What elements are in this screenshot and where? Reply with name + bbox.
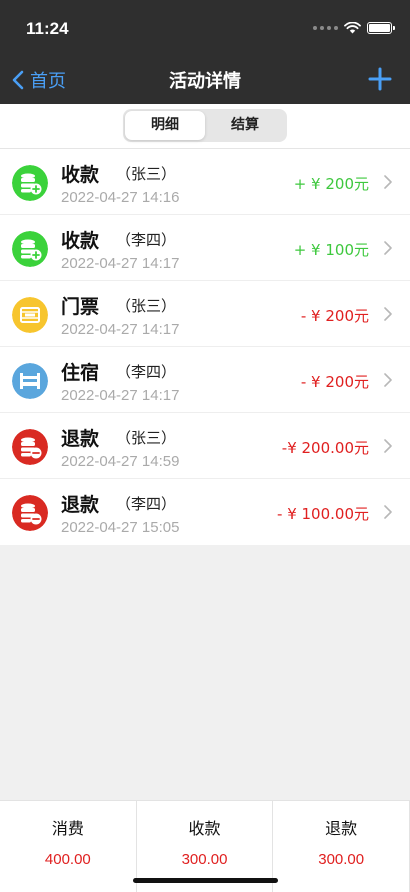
record-amount: + ¥ 200元 — [293, 175, 369, 193]
summary-label: 退款 — [325, 819, 358, 838]
record-title: 收款 — [61, 230, 100, 252]
record-date: 2022-04-27 15:05 — [61, 519, 180, 536]
list-item[interactable]: 收款 （李四） 2022-04-27 14:17 + ¥ 100元 — [0, 215, 410, 281]
summary-value: 400.00 — [44, 851, 91, 868]
record-person: （李四） — [116, 495, 177, 513]
money-in-icon — [12, 231, 48, 267]
tab-settlement[interactable]: 结算 — [205, 111, 285, 140]
record-amount: -¥ 200.00元 — [281, 439, 369, 457]
summary-label: 消费 — [51, 819, 84, 838]
list-item[interactable]: 门票 （张三） 2022-04-27 14:17 - ¥ 200元 — [0, 281, 410, 347]
record-title: 收款 — [61, 164, 100, 186]
record-date: 2022-04-27 14:17 — [61, 321, 180, 338]
page-title: 活动详情 — [169, 71, 241, 92]
chevron-right-icon — [384, 439, 392, 453]
list-item[interactable]: 退款 （张三） 2022-04-27 14:59 -¥ 200.00元 — [0, 413, 410, 479]
record-person: （张三） — [116, 165, 177, 183]
summary-value: 300.00 — [181, 851, 228, 868]
chevron-right-icon — [384, 373, 392, 387]
record-title: 住宿 — [61, 362, 100, 384]
top-bar: 11:24 首页 活动详情 — [0, 0, 410, 104]
status-time: 11:24 — [26, 19, 69, 38]
signal-icon — [313, 26, 338, 30]
chevron-right-icon — [384, 307, 392, 321]
summary-footer: 消费 400.00 收款 300.00 退款 300.00 — [0, 800, 410, 892]
record-amount: - ¥ 200元 — [300, 307, 369, 325]
chevron-right-icon — [384, 505, 392, 519]
money-in-icon — [12, 165, 48, 201]
record-list: 收款 （张三） 2022-04-27 14:16 + ¥ 200元 收款 （李四… — [0, 149, 410, 545]
status-icons — [313, 22, 395, 34]
nav-bar: 首页 活动详情 — [0, 56, 410, 104]
summary-consumption[interactable]: 消费 400.00 — [0, 801, 137, 892]
record-person: （李四） — [116, 231, 177, 249]
segmented-control: 明细 结算 — [123, 109, 287, 142]
bed-icon — [12, 363, 48, 399]
list-item[interactable]: 退款 （李四） 2022-04-27 15:05 - ¥ 100.00元 — [0, 479, 410, 545]
refund-icon — [12, 429, 48, 465]
record-person: （李四） — [116, 363, 177, 381]
record-person: （张三） — [116, 297, 177, 315]
record-date: 2022-04-27 14:59 — [61, 453, 180, 470]
home-indicator[interactable] — [133, 878, 278, 883]
summary-refund[interactable]: 退款 300.00 — [273, 801, 410, 892]
record-title: 退款 — [61, 494, 100, 516]
record-amount: + ¥ 100元 — [293, 241, 369, 259]
record-person: （张三） — [116, 429, 177, 447]
summary-value: 300.00 — [318, 851, 365, 868]
battery-icon — [367, 22, 395, 34]
status-bar: 11:24 — [0, 0, 410, 56]
record-date: 2022-04-27 14:16 — [61, 189, 180, 206]
chevron-right-icon — [384, 241, 392, 255]
refund-icon — [12, 495, 48, 531]
record-date: 2022-04-27 14:17 — [61, 387, 180, 404]
add-icon[interactable] — [368, 67, 392, 91]
record-amount: - ¥ 200元 — [300, 373, 369, 391]
segment-bar: 明细 结算 — [0, 104, 410, 149]
record-title: 门票 — [61, 296, 100, 318]
record-title: 退款 — [61, 428, 100, 450]
list-item[interactable]: 住宿 （李四） 2022-04-27 14:17 - ¥ 200元 — [0, 347, 410, 413]
tab-detail[interactable]: 明细 — [125, 111, 205, 140]
summary-label: 收款 — [188, 819, 221, 838]
record-date: 2022-04-27 14:17 — [61, 255, 180, 272]
list-item[interactable]: 收款 （张三） 2022-04-27 14:16 + ¥ 200元 — [0, 149, 410, 215]
chevron-right-icon — [384, 175, 392, 189]
ticket-icon — [12, 297, 48, 333]
record-amount: - ¥ 100.00元 — [277, 505, 369, 523]
wifi-icon — [344, 22, 361, 34]
